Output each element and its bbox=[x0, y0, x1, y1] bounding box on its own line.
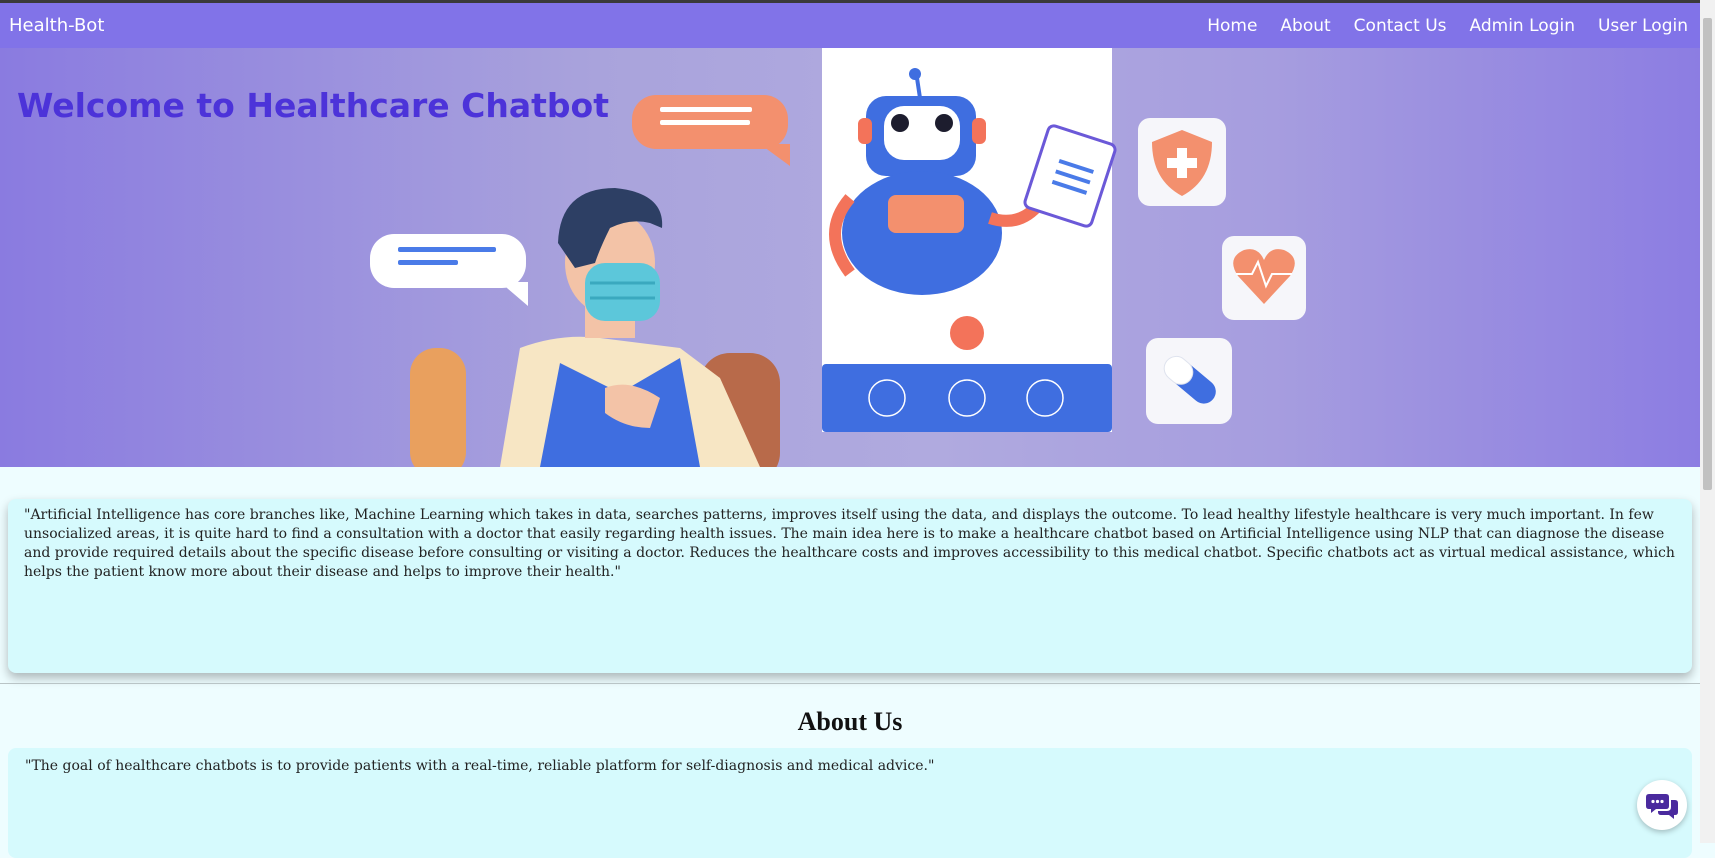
brand-logo-text[interactable]: Health-Bot bbox=[9, 15, 104, 36]
chat-widget-button[interactable] bbox=[1637, 780, 1687, 830]
pill-capsule-icon bbox=[1146, 338, 1232, 424]
nav-link-admin-login[interactable]: Admin Login bbox=[1470, 16, 1575, 36]
intro-quote-text: "Artificial Intelligence has core branch… bbox=[24, 507, 1675, 580]
about-quote-text: "The goal of healthcare chatbots is to p… bbox=[25, 758, 935, 774]
nav-link-user-login[interactable]: User Login bbox=[1598, 16, 1688, 36]
nav-link-contact-us[interactable]: Contact Us bbox=[1354, 16, 1447, 36]
nav-link-about[interactable]: About bbox=[1280, 16, 1330, 36]
chat-bubbles-icon bbox=[1646, 794, 1678, 819]
nav-links: Home About Contact Us Admin Login User L… bbox=[1207, 16, 1688, 36]
page-scrollbar[interactable] bbox=[1700, 0, 1715, 843]
scrollbar-thumb[interactable] bbox=[1703, 18, 1712, 490]
navbar: Health-Bot Home About Contact Us Admin L… bbox=[0, 3, 1700, 48]
about-card: "The goal of healthcare chatbots is to p… bbox=[8, 748, 1692, 858]
shield-cross-icon bbox=[1138, 118, 1226, 206]
section-divider bbox=[0, 683, 1700, 684]
speech-bubble-left-icon bbox=[370, 234, 528, 306]
intro-card: "Artificial Intelligence has core branch… bbox=[8, 499, 1692, 673]
speech-bubble-orange-icon bbox=[632, 95, 790, 166]
about-us-heading: About Us bbox=[797, 707, 903, 736]
hero-banner: Welcome to Healthcare Chatbot bbox=[0, 48, 1700, 467]
heart-rate-icon bbox=[1222, 236, 1306, 320]
nav-link-home[interactable]: Home bbox=[1207, 16, 1257, 36]
masked-person-icon bbox=[500, 188, 760, 467]
hero-title: Welcome to Healthcare Chatbot bbox=[17, 86, 609, 125]
